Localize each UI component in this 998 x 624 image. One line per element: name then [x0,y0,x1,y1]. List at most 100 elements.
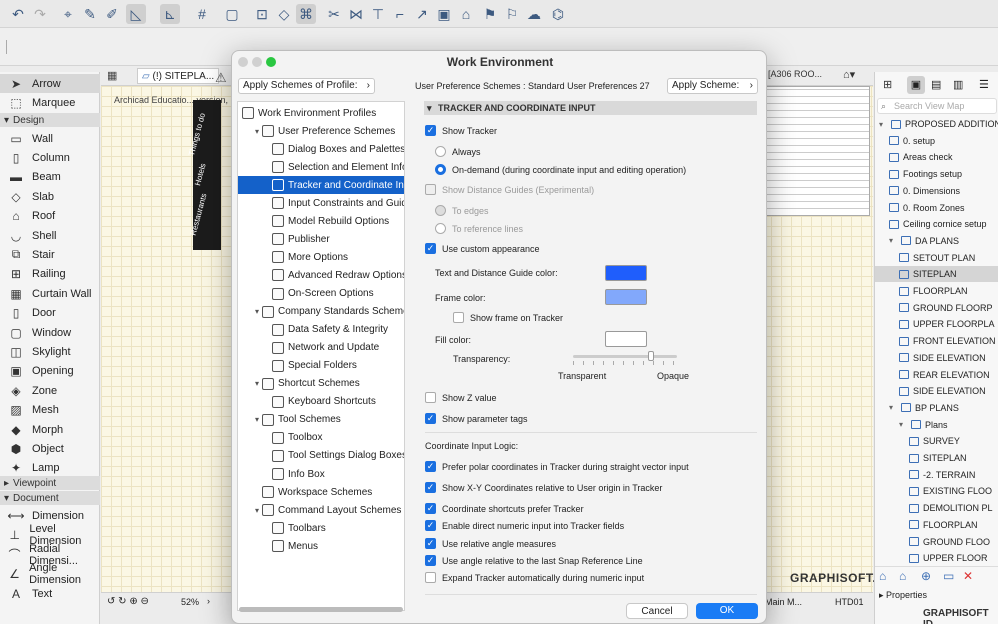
settings-icon[interactable]: ▭ [943,569,954,583]
tool-text[interactable]: A Text [0,584,100,603]
tool-skylight[interactable]: ◫ Skylight [0,342,100,361]
tool-column[interactable]: ▯ Column [0,148,100,167]
redo-icon[interactable]: ↷ [30,4,50,24]
design-section[interactable]: ▾ Design [0,113,100,127]
status-code[interactable]: HTD01 [835,597,864,607]
tool-roof[interactable]: ⌂ Roof [0,207,100,226]
chevron-down-icon[interactable]: ▾ [252,379,262,388]
nav-view-item[interactable]: SURVEY [875,433,998,449]
nav-view-item[interactable]: SETOUT PLAN [875,250,998,266]
to-reference-lines-radio[interactable]: To reference lines [435,223,523,234]
eyedropper-icon[interactable]: ✎ [80,4,100,24]
tool-curtain-wall[interactable]: ▦ Curtain Wall [0,284,100,303]
show-tracker-checkbox[interactable]: ✓ Show Tracker [425,125,497,136]
to-edges-radio[interactable]: To edges [435,205,489,216]
nav-view-item[interactable]: FLOORPLAN [875,283,998,299]
undo-zoom-icon[interactable]: ↺ ↻ ⊕ ⊖ [107,596,149,607]
expand-tracker-checkbox[interactable]: Expand Tracker automatically during nume… [425,572,644,583]
tab-siteplan[interactable]: ▱ (!) SITEPLA... [137,68,220,84]
tree-scrollbar[interactable] [239,607,403,612]
nav-view-item[interactable]: UPPER FLOOR [875,550,998,566]
document-section[interactable]: ▾ Document [0,491,100,505]
new-view-icon[interactable]: ⌂ [879,569,886,583]
chevron-right-icon[interactable]: › [207,596,210,606]
offset-icon[interactable]: ⋈ [346,4,366,24]
show-frame-checkbox[interactable]: Show frame on Tracker [453,312,563,323]
tracker-icon[interactable]: ⊡ [252,4,272,24]
scissors-icon[interactable]: ✂ [324,4,344,24]
on-demand-radio[interactable]: On-demand (during coordinate input and e… [435,164,686,175]
tool-arrow[interactable]: ➤ Arrow [0,74,100,93]
nav-view-item[interactable]: REAR ELEVATION [875,367,998,383]
view-map-icon[interactable]: ▣ [907,76,925,94]
tree-item-publisher[interactable]: Publisher [238,230,404,248]
apply-profile-select[interactable]: Apply Schemes of Profile: › [238,78,375,94]
flag2-icon[interactable]: ⚐ [502,4,522,24]
nav-view-item[interactable]: UPPER FLOORPLA [875,316,998,332]
tool-window[interactable]: ▢ Window [0,323,100,342]
grid-icon[interactable]: # [192,4,212,24]
more-icon[interactable]: ☰ [979,78,989,91]
chevron-down-icon[interactable]: ▾ [252,127,262,136]
tree-item-toolbox[interactable]: Toolbox [238,429,404,447]
nav-view-item[interactable]: Ceiling cornice setup [875,216,998,232]
slider-thumb[interactable] [648,351,655,361]
grid-view-icon[interactable]: ▦ [107,69,121,82]
tool-opening[interactable]: ▣ Opening [0,362,100,381]
publish-icon[interactable]: ⌬ [548,4,568,24]
tree-item-dialog-boxes-and-palettes[interactable]: Dialog Boxes and Palettes [238,140,404,158]
tool-zone[interactable]: ◈ Zone [0,381,100,400]
nav-view-item[interactable]: SITEPLAN [875,450,998,466]
tool-lamp[interactable]: ✦ Lamp [0,459,100,478]
zoom-level[interactable]: 52% [181,597,199,607]
tool-beam[interactable]: ▬ Beam [0,168,100,187]
fill-color-swatch[interactable] [605,331,647,347]
tool-slab[interactable]: ◇ Slab [0,187,100,206]
nav-search-input[interactable]: ⌕ Search View Map [877,98,997,114]
chevron-down-icon[interactable]: ▾ [889,403,899,412]
apply-scheme-select[interactable]: Apply Scheme: › [667,78,758,94]
tree-item-command-layout-schemes[interactable]: ▾ Command Layout Schemes [238,501,404,519]
nav-folder[interactable]: ▾ DA PLANS [875,233,998,249]
tree-item-keyboard-shortcuts[interactable]: Keyboard Shortcuts [238,393,404,411]
guide-icon[interactable]: ◺ [126,4,146,24]
snap-icon[interactable]: ⊾ [160,4,180,24]
status-main[interactable]: Main M... [765,597,802,607]
drawing-preview[interactable] [765,86,870,216]
flag-icon[interactable]: ⚑ [480,4,500,24]
tool-door[interactable]: ▯ Door [0,304,100,323]
view-icon[interactable]: ◇ [274,4,294,24]
direct-numeric-checkbox[interactable]: ✓ Enable direct numeric input into Tracke… [425,520,624,531]
nav-view-item[interactable]: FRONT ELEVATION [875,333,998,349]
tree-item-input-constraints-and-guides[interactable]: Input Constraints and Guides [238,194,404,212]
nav-view-item[interactable]: DEMOLITION PL [875,500,998,516]
trim-icon[interactable]: ⊤ [368,4,388,24]
tool-mesh[interactable]: ▨ Mesh [0,401,100,420]
transparency-slider[interactable] [573,351,677,361]
clone-icon[interactable]: ⌂ [899,569,906,583]
angle-snap-checkbox[interactable]: ✓ Use angle relative to the last Snap Ref… [425,555,643,566]
parameter-tags-checkbox[interactable]: ✓ Show parameter tags [425,413,528,424]
shortcuts-prefer-checkbox[interactable]: ✓ Coordinate shortcuts prefer Tracker [425,503,584,514]
arrow-icon[interactable]: ⌖ [58,4,78,24]
magic-wand-icon[interactable]: ⌘ [296,4,316,24]
chevron-down-icon[interactable]: ▾ [252,506,262,515]
chevron-down-icon[interactable]: ▾ [899,420,909,429]
tool-stair[interactable]: ⧉ Stair [0,245,100,264]
nav-view-item[interactable]: 0. Room Zones [875,200,998,216]
undo-icon[interactable]: ↶ [8,4,28,24]
warning-icon[interactable]: ⚠ [215,70,227,86]
publisher-icon[interactable]: ▥ [953,78,963,91]
tree-item-tracker-and-coordinate-input[interactable]: Tracker and Coordinate Input [238,176,404,195]
tree-item-tool-settings-dialog-boxes[interactable]: Tool Settings Dialog Boxes [238,447,404,465]
nav-view-item[interactable]: SITEPLAN [875,266,998,283]
chevron-down-icon[interactable]: ▾ [879,120,889,129]
always-radio[interactable]: Always [435,146,481,157]
nav-folder[interactable]: ▾ PROPOSED ADDITIONS [875,116,998,132]
nav-view-item[interactable]: SIDE ELEVATION [875,350,998,366]
split-icon[interactable]: ↗ [412,4,432,24]
properties-section[interactable]: ▸ Properties [875,590,998,604]
tree-item-workspace-schemes[interactable]: Workspace Schemes [238,483,404,501]
box-icon[interactable]: ▢ [222,4,242,24]
nav-folder[interactable]: ▾ Plans [875,417,998,433]
